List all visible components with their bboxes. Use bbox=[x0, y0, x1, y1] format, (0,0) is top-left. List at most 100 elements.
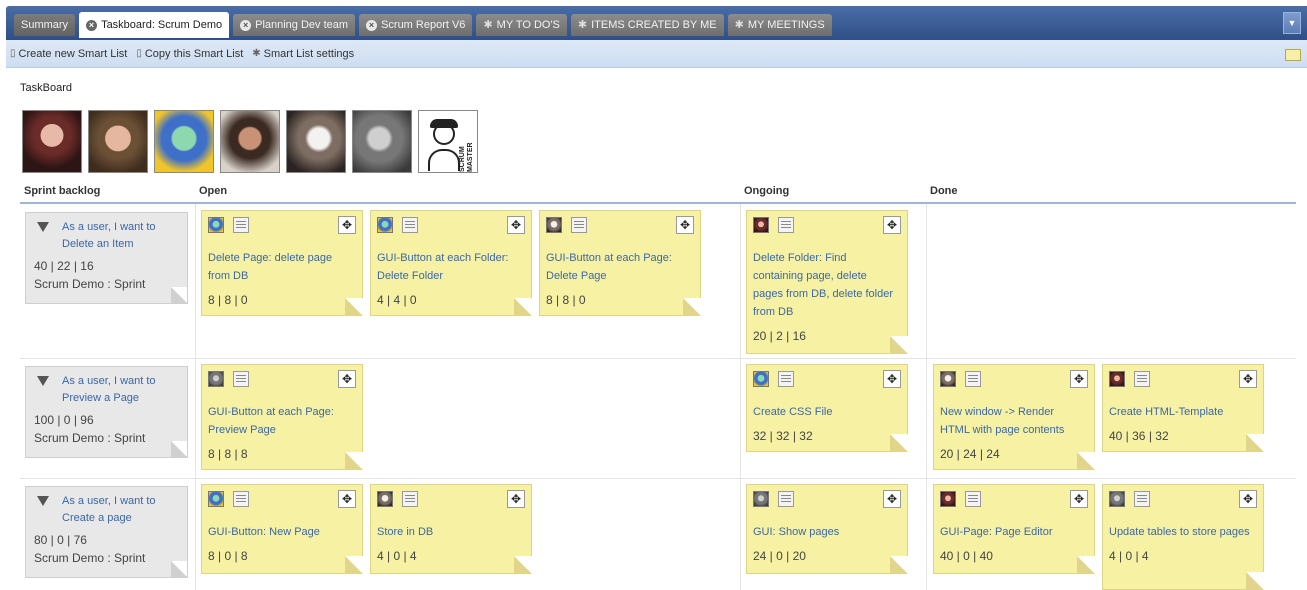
close-icon[interactable]: × bbox=[366, 19, 378, 31]
page-curl bbox=[171, 441, 187, 457]
scrum-master-avatar[interactable]: SCRUM MASTER bbox=[418, 110, 478, 173]
details-icon[interactable] bbox=[965, 491, 981, 507]
tab-planning-dev-team[interactable]: × Planning Dev team bbox=[233, 14, 356, 36]
task-card[interactable]: ✥ Create HTML-Template 40 | 36 | 32 bbox=[1102, 364, 1264, 452]
collapse-triangle-icon[interactable] bbox=[37, 376, 49, 386]
move-icon[interactable]: ✥ bbox=[883, 370, 901, 388]
story-card[interactable]: As a user, I want to Create a page 80 | … bbox=[25, 486, 188, 578]
task-card[interactable]: ✥ GUI-Page: Page Editor 40 | 0 | 40 bbox=[933, 484, 1095, 574]
column-divider bbox=[740, 204, 741, 590]
move-icon[interactable]: ✥ bbox=[1070, 490, 1088, 508]
task-title: Store in DB bbox=[377, 526, 434, 538]
copy-smart-list-button[interactable]: ▯ Copy this Smart List bbox=[136, 48, 243, 60]
collapse-triangle-icon[interactable] bbox=[37, 496, 49, 506]
tab-my-meetings[interactable]: ✱ MY MEETINGS bbox=[727, 14, 832, 36]
new-document-icon: ▯ bbox=[10, 48, 16, 59]
page-curl bbox=[1246, 572, 1264, 590]
avatar bbox=[377, 491, 393, 507]
move-icon[interactable]: ✥ bbox=[883, 216, 901, 234]
avatar bbox=[208, 371, 224, 387]
avatar bbox=[940, 371, 956, 387]
story-card[interactable]: As a user, I want to Delete an Item 40 |… bbox=[25, 212, 188, 304]
details-icon[interactable] bbox=[233, 371, 249, 387]
avatar[interactable] bbox=[88, 110, 148, 173]
move-icon[interactable]: ✥ bbox=[338, 216, 356, 234]
page-curl bbox=[1077, 452, 1095, 470]
task-card[interactable]: ✥ GUI-Button: New Page 8 | 0 | 8 bbox=[201, 484, 363, 574]
task-estimates: 20 | 2 | 16 bbox=[753, 329, 806, 343]
sticky-note-icon[interactable] bbox=[1285, 49, 1301, 61]
tab-label: Scrum Report V6 bbox=[381, 19, 466, 31]
move-icon[interactable]: ✥ bbox=[1070, 370, 1088, 388]
column-header-done: Done bbox=[930, 185, 958, 197]
details-icon[interactable] bbox=[233, 217, 249, 233]
avatar[interactable] bbox=[220, 110, 280, 173]
close-icon[interactable]: × bbox=[240, 19, 252, 31]
move-icon[interactable]: ✥ bbox=[676, 216, 694, 234]
details-icon[interactable] bbox=[233, 491, 249, 507]
task-card[interactable]: ✥ Delete Folder: Find containing page, d… bbox=[746, 210, 908, 354]
task-estimates: 4 | 4 | 0 bbox=[377, 293, 417, 307]
task-estimates: 40 | 0 | 40 bbox=[940, 549, 993, 563]
board-title: TaskBoard bbox=[20, 82, 72, 94]
move-icon[interactable]: ✥ bbox=[1239, 490, 1257, 508]
tab-my-todos[interactable]: ✱ MY TO DO'S bbox=[476, 14, 567, 36]
task-card[interactable]: ✥ GUI-Button at each Folder: Delete Fold… bbox=[370, 210, 532, 316]
task-card[interactable]: ✥ Store in DB 4 | 0 | 4 bbox=[370, 484, 532, 574]
smart-list-settings-button[interactable]: ✱ Smart List settings bbox=[252, 48, 354, 60]
create-smart-list-button[interactable]: ▯ Create new Smart List bbox=[10, 48, 127, 60]
avatar[interactable] bbox=[22, 110, 82, 173]
details-icon[interactable] bbox=[402, 217, 418, 233]
page-curl bbox=[514, 556, 532, 574]
tab-summary[interactable]: Summary bbox=[14, 14, 76, 36]
close-icon[interactable]: × bbox=[86, 19, 98, 31]
tab-taskboard-scrum-demo[interactable]: × Taskboard: Scrum Demo bbox=[79, 12, 230, 38]
tab-items-created-by-me[interactable]: ✱ ITEMS CREATED BY ME bbox=[570, 14, 724, 36]
tab-scrum-report-v6[interactable]: × Scrum Report V6 bbox=[359, 14, 473, 36]
page-curl bbox=[890, 434, 908, 452]
move-icon[interactable]: ✥ bbox=[883, 490, 901, 508]
move-icon[interactable]: ✥ bbox=[338, 370, 356, 388]
page-curl bbox=[514, 298, 532, 316]
task-title: GUI-Page: Page Editor bbox=[940, 526, 1053, 538]
avatar bbox=[208, 491, 224, 507]
task-estimates: 8 | 0 | 8 bbox=[208, 549, 248, 563]
story-card[interactable]: As a user, I want to Preview a Page 100 … bbox=[25, 366, 188, 458]
task-estimates: 20 | 24 | 24 bbox=[940, 447, 1000, 461]
tab-label: Taskboard: Scrum Demo bbox=[101, 19, 223, 31]
task-card[interactable]: ✥ GUI: Show pages 24 | 0 | 20 bbox=[746, 484, 908, 574]
task-estimates: 24 | 0 | 20 bbox=[753, 549, 806, 563]
move-icon[interactable]: ✥ bbox=[338, 490, 356, 508]
task-card[interactable]: ✥ Delete Page: delete page from DB 8 | 8… bbox=[201, 210, 363, 316]
details-icon[interactable] bbox=[778, 371, 794, 387]
task-card[interactable]: ✥ GUI-Button at each Page: Preview Page … bbox=[201, 364, 363, 470]
details-icon[interactable] bbox=[778, 217, 794, 233]
details-icon[interactable] bbox=[402, 491, 418, 507]
tab-overflow-dropdown[interactable]: ▼ bbox=[1283, 12, 1301, 34]
move-icon[interactable]: ✥ bbox=[507, 216, 525, 234]
task-card[interactable]: ✥ Update tables to store pages 4 | 0 | 4 bbox=[1102, 484, 1264, 590]
task-estimates: 8 | 8 | 0 bbox=[546, 293, 586, 307]
task-card[interactable]: ✥ GUI-Button at each Page: Delete Page 8… bbox=[539, 210, 701, 316]
task-estimates: 8 | 8 | 0 bbox=[208, 293, 248, 307]
move-icon[interactable]: ✥ bbox=[1239, 370, 1257, 388]
head-icon bbox=[433, 123, 455, 145]
avatar[interactable] bbox=[154, 110, 214, 173]
move-icon[interactable]: ✥ bbox=[507, 490, 525, 508]
details-icon[interactable] bbox=[1134, 491, 1150, 507]
details-icon[interactable] bbox=[778, 491, 794, 507]
details-icon[interactable] bbox=[965, 371, 981, 387]
avatar[interactable] bbox=[352, 110, 412, 173]
task-card[interactable]: ✥ New window -> Render HTML with page co… bbox=[933, 364, 1095, 470]
details-icon[interactable] bbox=[571, 217, 587, 233]
task-title: Create HTML-Template bbox=[1109, 406, 1224, 418]
page-curl bbox=[1246, 434, 1264, 452]
body-icon bbox=[428, 149, 460, 171]
avatar[interactable] bbox=[286, 110, 346, 173]
task-card[interactable]: ✥ Create CSS File 32 | 32 | 32 bbox=[746, 364, 908, 452]
header-divider bbox=[20, 202, 1296, 204]
details-icon[interactable] bbox=[1134, 371, 1150, 387]
avatar bbox=[377, 217, 393, 233]
collapse-triangle-icon[interactable] bbox=[37, 222, 49, 232]
avatar bbox=[753, 217, 769, 233]
